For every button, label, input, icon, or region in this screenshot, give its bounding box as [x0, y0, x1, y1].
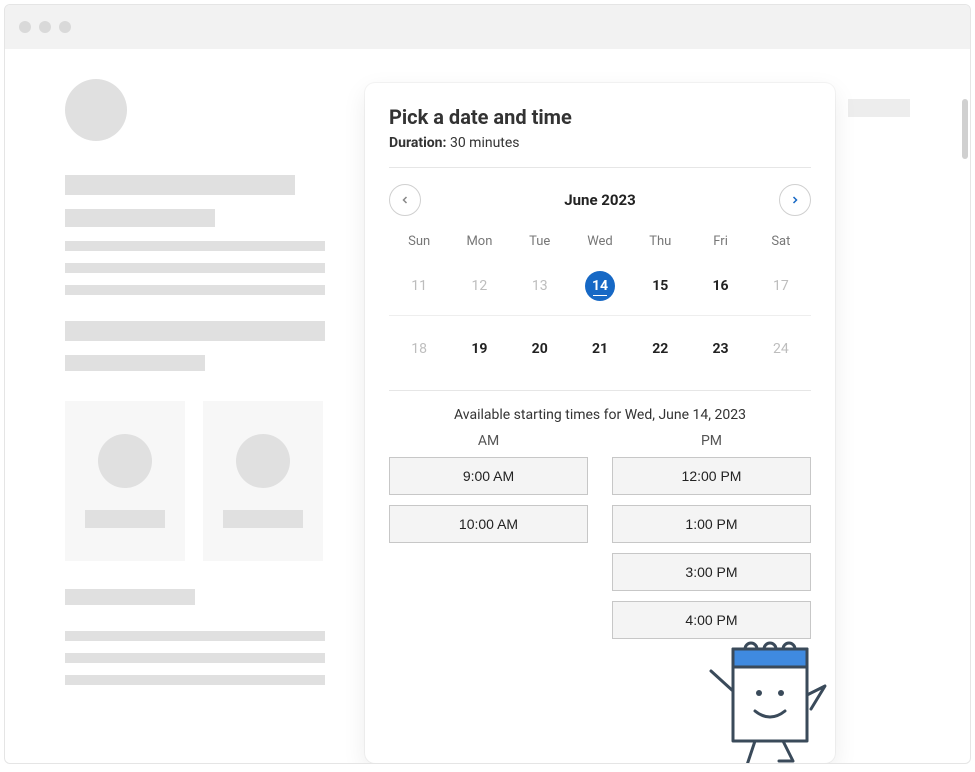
page-wireframe	[5, 49, 365, 763]
weekday-label: Mon	[449, 230, 509, 253]
weekday-label: Wed	[570, 230, 630, 253]
time-slot-button[interactable]: 1:00 PM	[612, 505, 811, 543]
weekday-label: Sun	[389, 230, 449, 253]
time-slot-button[interactable]: 4:00 PM	[612, 601, 811, 639]
weekday-label: Sat	[751, 230, 811, 253]
month-label: June 2023	[564, 191, 635, 209]
nav-item[interactable]	[848, 99, 910, 117]
available-heading: Available starting times for Wed, June 1…	[389, 407, 811, 423]
browser-window: Pick a date and time Duration: 30 minute…	[4, 4, 971, 764]
scheduling-panel: Pick a date and time Duration: 30 minute…	[365, 83, 835, 763]
profile-card	[203, 401, 323, 561]
prev-month-button[interactable]	[389, 184, 421, 216]
calendar-day: 24	[751, 324, 811, 374]
time-slot-button[interactable]: 12:00 PM	[612, 457, 811, 495]
duration-label: Duration:	[389, 135, 446, 151]
weekday-label: Tue	[510, 230, 570, 253]
am-label: AM	[389, 433, 588, 449]
calendar-day[interactable]: 14	[570, 261, 630, 311]
calendar-row: 11121314151617	[389, 261, 811, 311]
calendar-day: 18	[389, 324, 449, 374]
window-dot	[19, 21, 31, 33]
calendar-row: 18192021222324	[389, 324, 811, 374]
calendar-day: 17	[751, 261, 811, 311]
calendar-day[interactable]: 16	[690, 261, 750, 311]
panel-title: Pick a date and time	[389, 105, 811, 129]
avatar-placeholder	[65, 79, 127, 141]
profile-card	[65, 401, 185, 561]
window-dot	[59, 21, 71, 33]
calendar-day: 12	[449, 261, 509, 311]
window-title-bar	[5, 5, 970, 49]
pm-label: PM	[612, 433, 811, 449]
window-dot	[39, 21, 51, 33]
time-slot-button[interactable]: 10:00 AM	[389, 505, 588, 543]
calendar-day[interactable]: 15	[630, 261, 690, 311]
scrollbar[interactable]	[962, 99, 968, 159]
calendar-day: 13	[510, 261, 570, 311]
calendar-day[interactable]: 22	[630, 324, 690, 374]
chevron-right-icon	[789, 194, 801, 206]
chevron-left-icon	[399, 194, 411, 206]
duration-line: Duration: 30 minutes	[389, 135, 811, 151]
calendar-day[interactable]: 23	[690, 324, 750, 374]
calendar-day[interactable]: 20	[510, 324, 570, 374]
time-slot-button[interactable]: 9:00 AM	[389, 457, 588, 495]
calendar-day[interactable]: 19	[449, 324, 509, 374]
next-month-button[interactable]	[779, 184, 811, 216]
calendar-day[interactable]: 21	[570, 324, 630, 374]
duration-value: 30 minutes	[450, 135, 520, 151]
weekday-label: Fri	[690, 230, 750, 253]
time-slot-button[interactable]: 3:00 PM	[612, 553, 811, 591]
weekday-row: SunMonTueWedThuFriSat	[389, 230, 811, 253]
calendar-day: 11	[389, 261, 449, 311]
weekday-label: Thu	[630, 230, 690, 253]
calendar-grid: 11121314151617 18192021222324	[389, 261, 811, 374]
